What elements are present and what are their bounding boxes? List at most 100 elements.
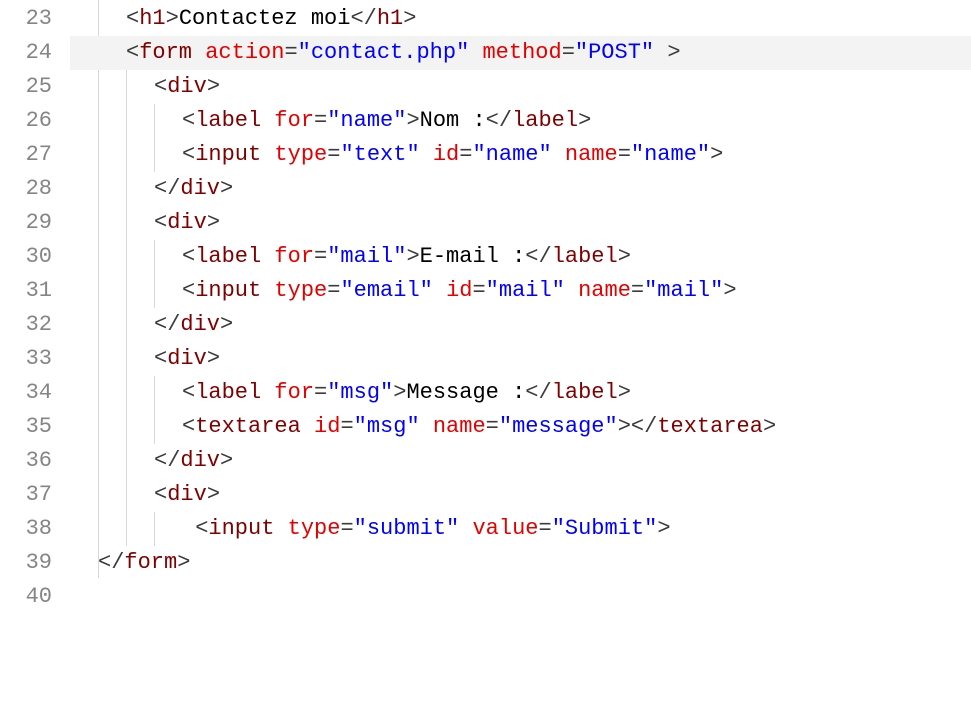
code-token: > [763,414,776,439]
code-token: > [207,74,220,99]
code-token: textarea [657,414,763,439]
code-token: > [207,210,220,235]
code-token: </ [525,380,551,405]
code-token: > [710,142,723,167]
line-number: 36 [0,444,52,478]
code-token: for [274,244,314,269]
code-line[interactable]: <h1>Contactez moi</h1> [70,2,971,36]
line-number: 26 [0,104,52,138]
code-token: < [154,346,167,371]
code-line[interactable]: <div> [70,206,971,240]
code-line[interactable]: <label for="msg">Message :</label> [70,376,971,410]
code-token: < [195,516,208,541]
code-token: </ [631,414,657,439]
code-token: input [208,516,274,541]
code-token: < [126,6,139,31]
code-token: h1 [377,6,403,31]
code-token [552,142,565,167]
line-number: 28 [0,172,52,206]
code-token: h1 [139,6,165,31]
line-number: 27 [0,138,52,172]
line-number: 32 [0,308,52,342]
code-token: < [182,244,195,269]
code-line[interactable]: </div> [70,308,971,342]
code-token: input [195,142,261,167]
line-number: 25 [0,70,52,104]
code-line[interactable]: <input type="text" id="name" name="name"… [70,138,971,172]
code-token: "name" [472,142,551,167]
code-token: "mail" [486,278,565,303]
code-token: < [126,40,139,65]
code-token: "POST" [575,40,654,65]
code-token: = [314,108,327,133]
line-number: 30 [0,240,52,274]
code-token [261,380,274,405]
line-number: 31 [0,274,52,308]
code-token: div [167,346,207,371]
line-number: 29 [0,206,52,240]
code-token: < [182,142,195,167]
line-number: 40 [0,580,52,614]
code-token: form [124,550,177,575]
code-token: label [512,108,578,133]
code-token: > [618,414,631,439]
code-token: = [314,244,327,269]
code-token: > [393,380,406,405]
line-number: 39 [0,546,52,580]
code-token: "email" [340,278,432,303]
code-token: "message" [499,414,618,439]
line-number: 23 [0,2,52,36]
code-token: method [482,40,561,65]
code-line[interactable]: <textarea id="msg" name="message"></text… [70,410,971,444]
code-token: < [182,108,195,133]
code-token: </ [98,550,124,575]
code-line[interactable]: <div> [70,342,971,376]
code-token: for [274,108,314,133]
code-token: "name" [327,108,406,133]
line-number: 38 [0,512,52,546]
code-token: name [433,414,486,439]
line-number: 33 [0,342,52,376]
code-token: < [154,74,167,99]
code-editor-area[interactable]: <h1>Contactez moi</h1><form action="cont… [70,0,971,718]
code-token: name [578,278,631,303]
code-line[interactable]: </form> [70,546,971,580]
code-token: </ [154,312,180,337]
code-line[interactable]: </div> [70,172,971,206]
code-line[interactable]: <form action="contact.php" method="POST"… [70,36,971,70]
code-line[interactable]: <input type="submit" value="Submit"> [70,512,971,546]
code-token: </ [350,6,376,31]
line-number: 35 [0,410,52,444]
code-token: "mail" [327,244,406,269]
line-number-gutter: 232425262728293031323334353637383940 [0,0,70,718]
code-token: Message : [406,380,525,405]
code-token: < [154,482,167,507]
code-token [459,516,472,541]
code-token: </ [154,448,180,473]
code-line[interactable]: </div> [70,444,971,478]
line-number: 24 [0,36,52,70]
code-token: "text" [340,142,419,167]
code-token: type [274,142,327,167]
code-token [261,244,274,269]
code-token: div [167,482,207,507]
code-token: type [288,516,341,541]
code-line[interactable] [70,580,971,614]
code-token: action [205,40,284,65]
code-token: = [327,278,340,303]
code-line[interactable]: <input type="email" id="mail" name="mail… [70,274,971,308]
code-token: > [403,6,416,31]
code-line[interactable]: <div> [70,478,971,512]
code-token: for [274,380,314,405]
code-line[interactable]: <label for="mail">E-mail :</label> [70,240,971,274]
code-line[interactable]: <div> [70,70,971,104]
code-token: > [207,346,220,371]
code-line[interactable]: <label for="name">Nom :</label> [70,104,971,138]
code-token [261,278,274,303]
code-token: </ [525,244,551,269]
code-token: textarea [195,414,301,439]
code-token: = [538,516,551,541]
code-token: "Submit" [552,516,658,541]
code-token [274,516,287,541]
code-token: = [472,278,485,303]
